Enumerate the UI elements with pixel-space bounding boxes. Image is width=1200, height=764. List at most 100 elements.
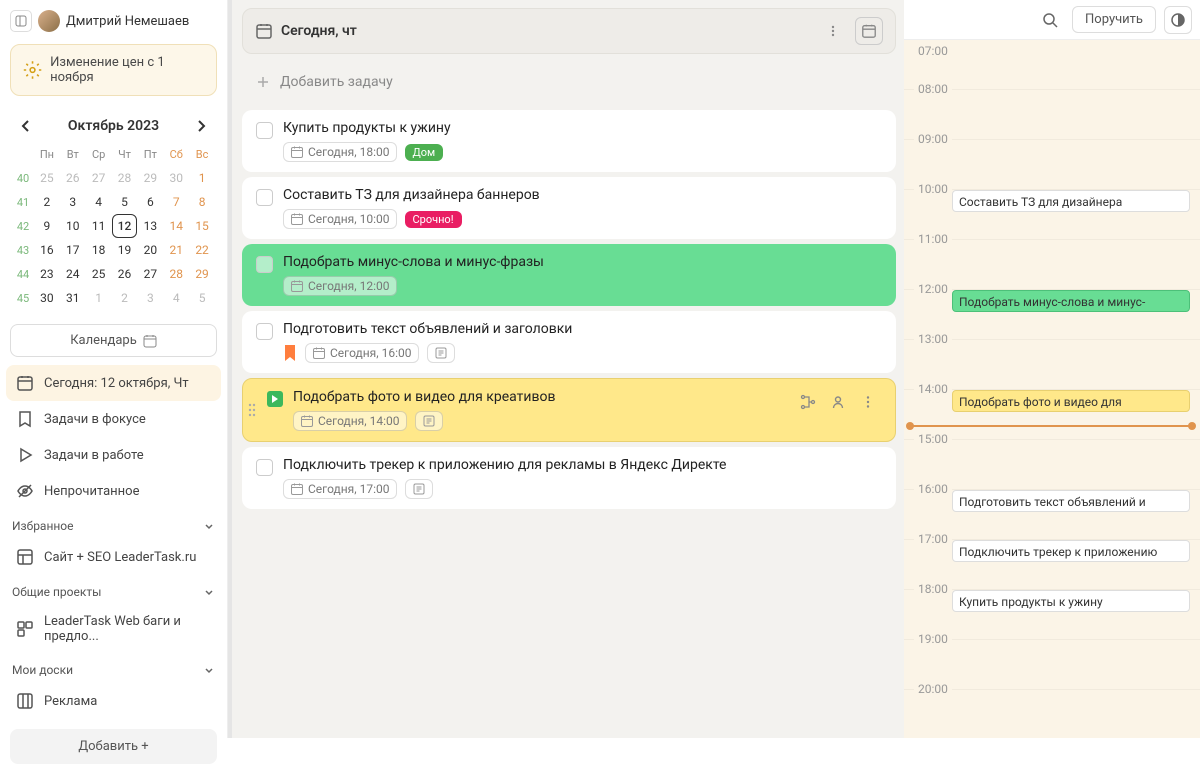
- calendar-day[interactable]: 30: [163, 166, 189, 190]
- plus-icon: [256, 75, 270, 89]
- task-row[interactable]: Подобрать фото и видео для креативов Сег…: [242, 378, 896, 442]
- calendar-day[interactable]: 2: [34, 190, 60, 214]
- calendar-day[interactable]: 4: [86, 190, 112, 214]
- section-favorites[interactable]: Избранное: [6, 509, 221, 539]
- task-row[interactable]: Купить продукты к ужину Сегодня, 18:00До…: [242, 110, 896, 172]
- timeline-block[interactable]: Подобрать фото и видео для: [952, 390, 1190, 412]
- calendar-day[interactable]: 27: [137, 262, 163, 286]
- calendar-day[interactable]: 8: [189, 190, 215, 214]
- calendar-day[interactable]: 25: [34, 166, 60, 190]
- timeline-block[interactable]: Подключить трекер к приложению: [952, 540, 1190, 562]
- board-item-ads[interactable]: Реклама: [6, 683, 221, 719]
- task-checkbox[interactable]: [256, 256, 273, 273]
- calendar-day[interactable]: 1: [86, 286, 112, 310]
- task-checkbox[interactable]: [256, 323, 273, 340]
- calendar-day[interactable]: 12: [112, 214, 138, 238]
- calendar-day[interactable]: 27: [86, 166, 112, 190]
- calendar-day[interactable]: 1: [189, 166, 215, 190]
- calendar-button[interactable]: Календарь: [10, 324, 217, 357]
- calendar-day[interactable]: 19: [112, 238, 138, 262]
- task-row[interactable]: Подготовить текст объявлений и заголовки…: [242, 311, 896, 373]
- calendar-day[interactable]: 5: [189, 286, 215, 310]
- calendar-day[interactable]: 28: [163, 262, 189, 286]
- task-checkbox[interactable]: [256, 189, 273, 206]
- calendar-day[interactable]: 11: [86, 214, 112, 238]
- weekday-label: Чт: [112, 142, 138, 166]
- user-avatar[interactable]: [38, 10, 60, 32]
- section-boards[interactable]: Мои доски: [6, 653, 221, 683]
- current-time-indicator: [910, 425, 1192, 427]
- task-checkbox[interactable]: [256, 122, 273, 139]
- calendar-day[interactable]: 2: [112, 286, 138, 310]
- calendar-day[interactable]: 31: [60, 286, 86, 310]
- timeline-block[interactable]: Составить ТЗ для дизайнера: [952, 190, 1190, 212]
- more-options-button[interactable]: [819, 17, 847, 45]
- section-shared[interactable]: Общие проекты: [6, 575, 221, 605]
- calendar-day[interactable]: 3: [137, 286, 163, 310]
- calendar-day[interactable]: 30: [34, 286, 60, 310]
- note-icon: [422, 414, 436, 428]
- calendar-day[interactable]: 26: [112, 262, 138, 286]
- task-time-chip: Сегодня, 16:00: [305, 343, 419, 363]
- calendar-day[interactable]: 4: [163, 286, 189, 310]
- calendar-day[interactable]: 3: [60, 190, 86, 214]
- prev-month-button[interactable]: [16, 116, 36, 136]
- nav-unread[interactable]: Непрочитанное: [6, 473, 221, 509]
- nav-focus[interactable]: Задачи в фокусе: [6, 401, 221, 437]
- shared-item-bugs[interactable]: LeaderTask Web баги и предло...: [6, 605, 221, 653]
- timeline-block[interactable]: Подготовить текст объявлений и: [952, 490, 1190, 512]
- calendar-icon: [16, 374, 34, 392]
- pricing-banner[interactable]: Изменение цен с 1 ноября: [10, 44, 217, 96]
- calendar-day[interactable]: 26: [60, 166, 86, 190]
- search-button[interactable]: [1036, 6, 1064, 34]
- calendar-view-button[interactable]: [855, 17, 883, 45]
- calendar-day[interactable]: 20: [137, 238, 163, 262]
- hour-row[interactable]: 20:00: [904, 690, 1200, 738]
- task-play-button[interactable]: [267, 391, 283, 407]
- assign-button[interactable]: Поручить: [1072, 6, 1156, 33]
- theme-toggle-button[interactable]: [1164, 6, 1192, 34]
- calendar-day[interactable]: 9: [34, 214, 60, 238]
- calendar-day[interactable]: 10: [60, 214, 86, 238]
- nav-today[interactable]: Сегодня: 12 октября, Чт: [6, 365, 221, 401]
- calendar-day[interactable]: 24: [60, 262, 86, 286]
- calendar-day[interactable]: 25: [86, 262, 112, 286]
- calendar-day[interactable]: 17: [60, 238, 86, 262]
- task-subtasks-button[interactable]: [795, 389, 821, 415]
- calendar-day[interactable]: 15: [189, 214, 215, 238]
- next-month-button[interactable]: [191, 116, 211, 136]
- calendar-day[interactable]: 29: [137, 166, 163, 190]
- add-button[interactable]: Добавить +: [10, 729, 217, 764]
- calendar-day[interactable]: 6: [137, 190, 163, 214]
- task-row[interactable]: Составить ТЗ для дизайнера баннеров Сего…: [242, 177, 896, 239]
- grid-icon: [16, 620, 34, 638]
- nav-work[interactable]: Задачи в работе: [6, 437, 221, 473]
- calendar-day[interactable]: 18: [86, 238, 112, 262]
- calendar-day[interactable]: 29: [189, 262, 215, 286]
- weekday-label: Пн: [34, 142, 60, 166]
- calendar-day[interactable]: 28: [112, 166, 138, 190]
- calendar-day[interactable]: 22: [189, 238, 215, 262]
- calendar-day[interactable]: 16: [34, 238, 60, 262]
- calendar-day[interactable]: 13: [137, 214, 163, 238]
- weekday-label: Сб: [163, 142, 189, 166]
- fav-item-site-seo[interactable]: Сайт + SEO LeaderTask.ru: [6, 539, 221, 575]
- task-row[interactable]: Подобрать минус-слова и минус-фразы Сего…: [242, 244, 896, 306]
- calendar-day[interactable]: 14: [163, 214, 189, 238]
- drag-handle-icon[interactable]: [247, 402, 257, 418]
- task-time-chip: Сегодня, 12:00: [283, 276, 397, 296]
- calendar-day[interactable]: 21: [163, 238, 189, 262]
- hour-label: 19:00: [914, 632, 952, 646]
- calendar-day[interactable]: 5: [112, 190, 138, 214]
- sidebar-collapse-button[interactable]: [10, 10, 32, 32]
- task-more-button[interactable]: [855, 389, 881, 415]
- timeline-block[interactable]: Подобрать минус-слова и минус-: [952, 290, 1190, 312]
- task-checkbox[interactable]: [256, 459, 273, 476]
- calendar-day[interactable]: 23: [34, 262, 60, 286]
- week-number: 42: [12, 214, 34, 238]
- add-task-input[interactable]: Добавить задачу: [242, 62, 896, 102]
- task-assign-button[interactable]: [825, 389, 851, 415]
- timeline-block[interactable]: Купить продукты к ужину: [952, 590, 1190, 612]
- task-row[interactable]: Подключить трекер к приложению для рекла…: [242, 447, 896, 509]
- calendar-day[interactable]: 7: [163, 190, 189, 214]
